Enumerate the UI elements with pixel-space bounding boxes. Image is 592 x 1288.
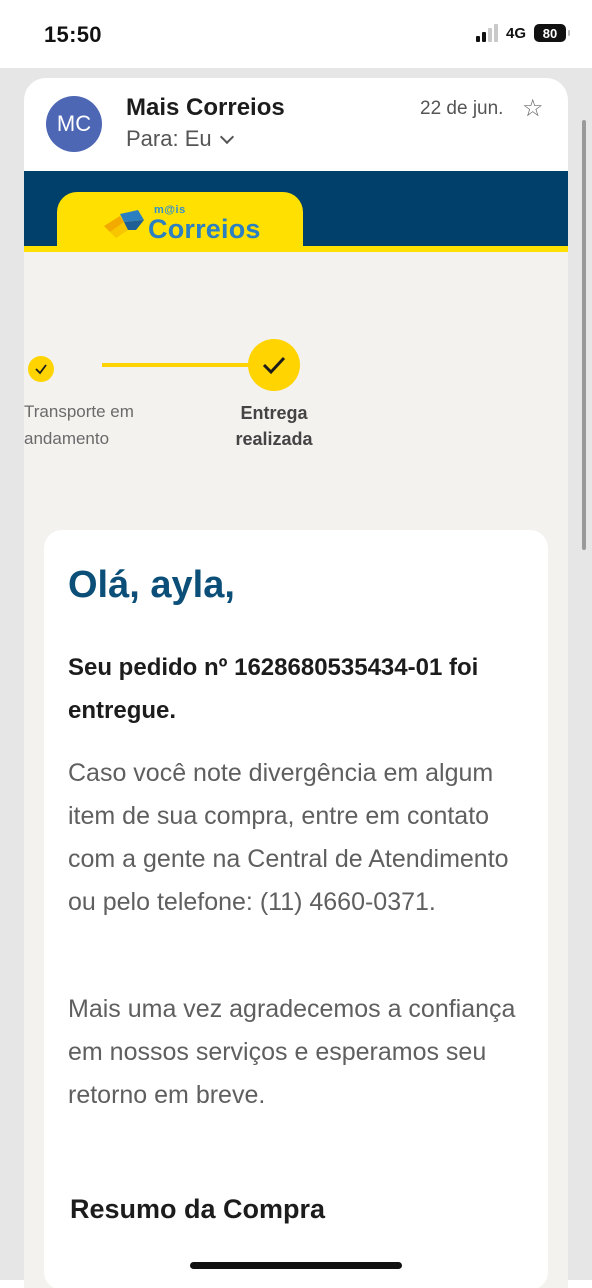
recipient-toggle[interactable]: Para: Eu — [126, 126, 234, 152]
purchase-summary-heading: Resumo da Compra — [70, 1194, 326, 1224]
battery-level: 80 — [542, 25, 558, 41]
email-date: 22 de jun. — [420, 98, 504, 119]
support-paragraph: Caso você note divergência em algum item… — [68, 759, 509, 916]
sender-name[interactable]: Mais Correios — [126, 94, 285, 122]
network-type: 4G — [505, 24, 526, 42]
step-label-transport: Transporte em andamento — [24, 402, 134, 448]
status-bar: 15:50 4G 80 — [0, 0, 592, 68]
home-indicator[interactable] — [190, 1262, 402, 1269]
thanks-paragraph: Mais uma vez agradecemos a confiança em … — [68, 995, 516, 1109]
status-time: 15:50 — [44, 22, 102, 47]
checkmark-icon — [35, 364, 47, 375]
email-card[interactable]: MC Mais Correios Para: Eu 22 de jun. ☆ m… — [24, 78, 568, 1288]
signal-bars-icon — [475, 24, 498, 42]
correios-logo-icon — [104, 210, 144, 238]
star-icon[interactable]: ☆ — [522, 94, 544, 123]
scrollbar[interactable] — [582, 120, 586, 550]
step-current-dot — [248, 339, 300, 391]
order-status-text: Seu pedido nº 1628680535434-01 foi entre… — [68, 654, 479, 724]
message-card: Olá, ayla, Seu pedido nº 1628680535434-0… — [44, 530, 548, 1288]
step-label-delivered: Entrega realizada — [235, 403, 313, 449]
recipient-label: Para: Eu — [126, 126, 212, 151]
greeting-heading: Olá, ayla, — [68, 564, 235, 606]
step-complete-dot — [28, 356, 54, 382]
status-indicators: 4G 80 — [475, 24, 570, 42]
logo-correios-text: Correios — [148, 214, 261, 244]
checkmark-icon — [262, 356, 286, 375]
sender-avatar[interactable]: MC — [46, 96, 102, 152]
battery-icon: 80 — [534, 24, 570, 42]
chevron-down-icon — [219, 129, 234, 144]
